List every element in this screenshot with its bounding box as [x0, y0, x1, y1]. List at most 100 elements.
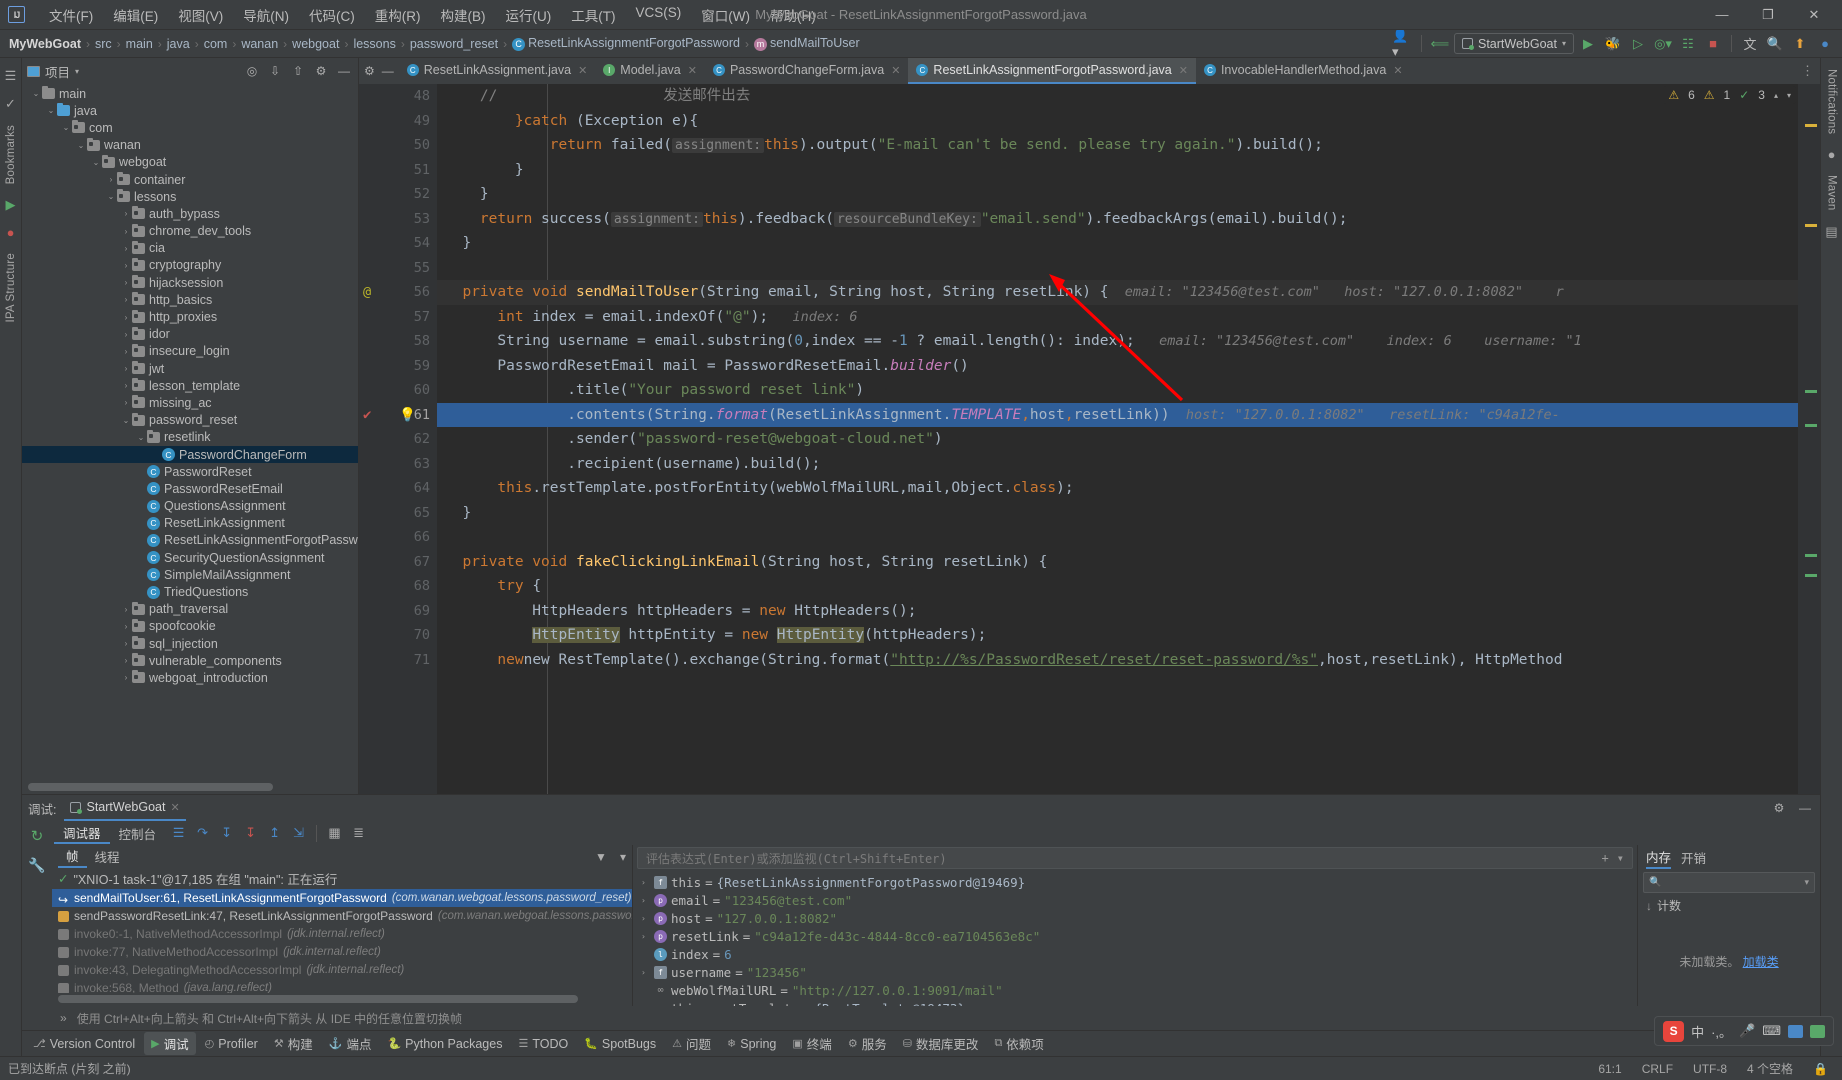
settings-icon[interactable]: ⚙ [312, 62, 330, 80]
tree-node-hijacksession[interactable]: › hijacksession [22, 274, 358, 291]
show-execution-point-icon[interactable]: ☰ [168, 823, 189, 844]
expand-arrow-icon[interactable]: › [641, 968, 650, 977]
stop-icon[interactable]: ■ [1702, 33, 1724, 55]
tree-node-java[interactable]: ⌄ java [22, 102, 358, 119]
breadcrumb-item-main[interactable]: main [123, 36, 156, 52]
keyboard-icon[interactable]: ⌨ [1762, 1023, 1781, 1039]
tree-node-ResetLinkAssignmentForgotPassword[interactable]: C ResetLinkAssignmentForgotPassword [22, 532, 358, 549]
gutter-line-64[interactable]: 64 [359, 476, 437, 501]
tool-window-button-构建[interactable]: ⚒ 构建 [267, 1032, 320, 1055]
code-content[interactable]: // 发送邮件出去 }catch (Exception e){ return f… [437, 84, 1798, 794]
hide-icon[interactable]: — [382, 64, 394, 78]
translate-icon[interactable]: 文 [1739, 33, 1761, 55]
tool-window-button-数据库更改[interactable]: ⛁ 数据库更改 [896, 1032, 986, 1055]
gutter-line-60[interactable]: 60 [359, 378, 437, 403]
memory-tab-内存[interactable]: 内存 [1646, 846, 1672, 869]
tree-expand-arrow-icon[interactable]: › [120, 656, 132, 665]
tree-expand-arrow-icon[interactable]: › [120, 330, 132, 339]
gutter-line-62[interactable]: 62 [359, 427, 437, 452]
tree-node-lesson_template[interactable]: › lesson_template [22, 377, 358, 394]
load-classes-link[interactable]: 加载类 [1743, 955, 1779, 969]
breadcrumb-item-src[interactable]: src [92, 36, 115, 52]
gutter-line-54[interactable]: 54 [359, 231, 437, 256]
debugger-tab-调试器[interactable]: 调试器 [54, 822, 110, 844]
expand-arrow-icon[interactable]: › [641, 914, 650, 923]
url-string-literal[interactable]: "http://%s/PasswordReset/reset/reset-pas… [890, 652, 1318, 668]
tree-node-insecure_login[interactable]: › insecure_login [22, 343, 358, 360]
ime-punctuation[interactable]: ·,。 [1711, 1022, 1732, 1041]
breadcrumb-item-wanan[interactable]: wanan [238, 36, 281, 52]
expand-arrow-icon[interactable]: › [641, 896, 650, 905]
variable-resetLink[interactable]: › p resetLink = "c94a12fe-d43c-4844-8cc0-e… [633, 927, 1637, 945]
tree-expand-arrow-icon[interactable]: ⌄ [30, 89, 42, 98]
tool-window-button-服务[interactable]: ⚙ 服务 [841, 1032, 894, 1055]
tree-node-chrome_dev_tools[interactable]: › chrome_dev_tools [22, 223, 358, 240]
tree-expand-arrow-icon[interactable]: › [120, 227, 132, 236]
rerun-icon[interactable]: ↻ [31, 827, 44, 845]
expand-hint-icon[interactable]: » [60, 1011, 67, 1025]
close-icon[interactable]: ✕ [891, 64, 900, 77]
frames-tab-帧[interactable]: 帧 [58, 846, 87, 868]
frame-list[interactable]: ↪ sendMailToUser:61, ResetLinkAssignmentF… [52, 889, 632, 993]
memory-tab-开销[interactable]: 开销 [1681, 848, 1706, 867]
line-separator[interactable]: CRLF [1636, 1062, 1679, 1076]
stack-frame-4[interactable]: invoke:43, DelegatingMethodAccessorImpl (… [52, 961, 632, 979]
editor-tab-Model.java[interactable]: I Model.java ✕ [595, 58, 705, 84]
tree-expand-arrow-icon[interactable]: ⌄ [75, 141, 87, 150]
editor-tab-ResetLinkAssignment.java[interactable]: C ResetLinkAssignment.java ✕ [399, 58, 596, 84]
variables-list[interactable]: › f this = {ResetLinkAssignmentForgotPassw… [633, 871, 1637, 1007]
stripe-maven[interactable]: Maven [1824, 168, 1840, 218]
tree-expand-arrow-icon[interactable]: › [120, 209, 132, 218]
locate-icon[interactable]: ◎ [243, 62, 261, 80]
debug-icon[interactable]: 🐝 [1602, 33, 1624, 55]
ime-toolbar[interactable]: S 中 ·,。 🎤 ⌨ [1654, 1016, 1834, 1046]
close-icon[interactable]: ✕ [578, 64, 587, 77]
project-tree[interactable]: ⌄ main ⌄ java ⌄ com ⌄ wanan ⌄ webgoat › container ⌄ l… [22, 84, 358, 794]
hide-icon[interactable]: — [1796, 799, 1814, 817]
back-arrow-icon[interactable]: ⟸ [1429, 33, 1451, 55]
code-editor[interactable]: 48 49 50 51 52 53 54 55 @56 57 58 59 60 ✔ 💡 61 62 63 64 65 6… [359, 84, 1820, 794]
gutter-line-57[interactable]: 57 [359, 305, 437, 330]
stack-frame-2[interactable]: invoke0:-1, NativeMethodAccessorImpl (jdk… [52, 925, 632, 943]
indent-setting[interactable]: 4 个空格 [1741, 1060, 1799, 1077]
gutter-line-49[interactable]: 49 [359, 109, 437, 134]
stack-frame-5[interactable]: invoke:568, Method (java.lang.reflect) [52, 979, 632, 993]
tool-window-button-依赖项[interactable]: ⧉ 依赖项 [987, 1032, 1050, 1055]
tree-node-QuestionsAssignment[interactable]: C QuestionsAssignment [22, 498, 358, 515]
tree-node-path_traversal[interactable]: › path_traversal [22, 601, 358, 618]
stripe-bookmarks[interactable]: Bookmarks [3, 118, 19, 191]
run-configuration-selector[interactable]: StartWebGoat ▾ [1454, 33, 1574, 54]
breadcrumb-item-java[interactable]: java [164, 36, 193, 52]
stripe-notifications[interactable]: Notifications [1824, 62, 1840, 141]
stack-frame-3[interactable]: invoke:77, NativeMethodAccessorImpl (jdk.… [52, 943, 632, 961]
gutter-line-70[interactable]: 70 [359, 623, 437, 648]
tree-expand-arrow-icon[interactable]: ⌄ [120, 416, 132, 425]
intention-bulb-icon[interactable]: 💡 [399, 403, 416, 428]
stack-frame-1[interactable]: sendPasswordResetLink:47, ResetLinkAssig… [52, 907, 632, 925]
chevron-down-icon[interactable]: ▾ [1787, 91, 1791, 100]
settings-icon[interactable]: ⚙ [364, 64, 375, 78]
update-icon[interactable]: ⬆ [1789, 33, 1811, 55]
expand-all-icon[interactable]: ⇩ [266, 62, 284, 80]
frames-horizontal-scrollbar[interactable] [58, 995, 578, 1003]
thread-row[interactable]: ✓ "XNIO-1 task-1"@17,185 在组 "main": 正在运行 [52, 868, 632, 889]
breakpoints-stripe-icon[interactable]: ● [7, 225, 15, 240]
tree-node-spoofcookie[interactable]: › spoofcookie [22, 618, 358, 635]
tree-expand-arrow-icon[interactable]: ⌄ [105, 192, 117, 201]
editor-tab-InvocableHandlerMethod.java[interactable]: C InvocableHandlerMethod.java ✕ [1196, 58, 1411, 84]
settings-icon[interactable]: ⚙ [1770, 799, 1788, 817]
tree-node-TriedQuestions[interactable]: C TriedQuestions [22, 583, 358, 600]
tree-horizontal-scrollbar[interactable] [28, 783, 273, 791]
tree-node-SecurityQuestionAssignment[interactable]: C SecurityQuestionAssignment [22, 549, 358, 566]
hide-icon[interactable]: — [335, 62, 353, 80]
gutter-line-52[interactable]: 52 [359, 182, 437, 207]
evaluate-expression-input[interactable]: 评估表达式(Enter)或添加监视(Ctrl+Shift+Enter) + ▾ [637, 847, 1633, 869]
menu-item-4[interactable]: 代码(C) [299, 2, 365, 28]
tree-node-cryptography[interactable]: › cryptography [22, 257, 358, 274]
force-step-into-icon[interactable]: ↧ [240, 823, 261, 844]
gutter-line-56[interactable]: @56 [359, 280, 437, 305]
breadcrumb-item-sendMailToUser[interactable]: m sendMailToUser [751, 35, 863, 52]
tree-expand-arrow-icon[interactable]: › [120, 347, 132, 356]
caret-position[interactable]: 61:1 [1592, 1062, 1627, 1076]
editor-tab-ResetLinkAssignmentForgotPassword.java[interactable]: C ResetLinkAssignmentForgotPassword.java ✕ [908, 58, 1196, 84]
